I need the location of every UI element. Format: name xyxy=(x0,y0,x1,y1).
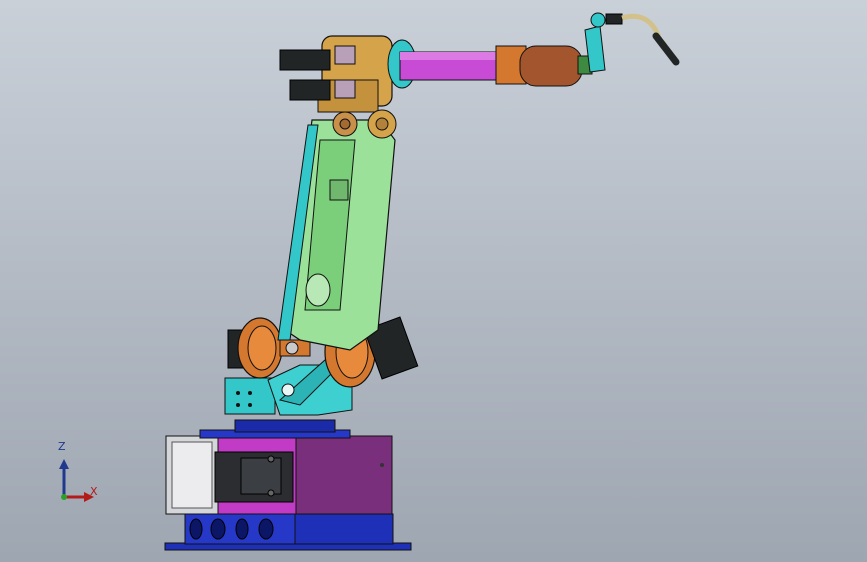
cad-viewport[interactable]: Z X xyxy=(0,0,867,562)
upper-arm-link[interactable] xyxy=(277,119,396,351)
x-axis-label: X xyxy=(90,485,98,498)
robot-base[interactable] xyxy=(164,419,412,551)
origin-marker xyxy=(61,494,67,500)
elbow-joint[interactable] xyxy=(279,35,397,139)
coordinate-triad xyxy=(59,459,94,502)
forearm-link[interactable] xyxy=(387,39,593,89)
welding-torch[interactable] xyxy=(584,12,680,73)
z-axis-arrow-icon xyxy=(59,459,69,469)
robot-arm-model[interactable] xyxy=(0,0,867,562)
z-axis-label: Z xyxy=(58,440,66,453)
